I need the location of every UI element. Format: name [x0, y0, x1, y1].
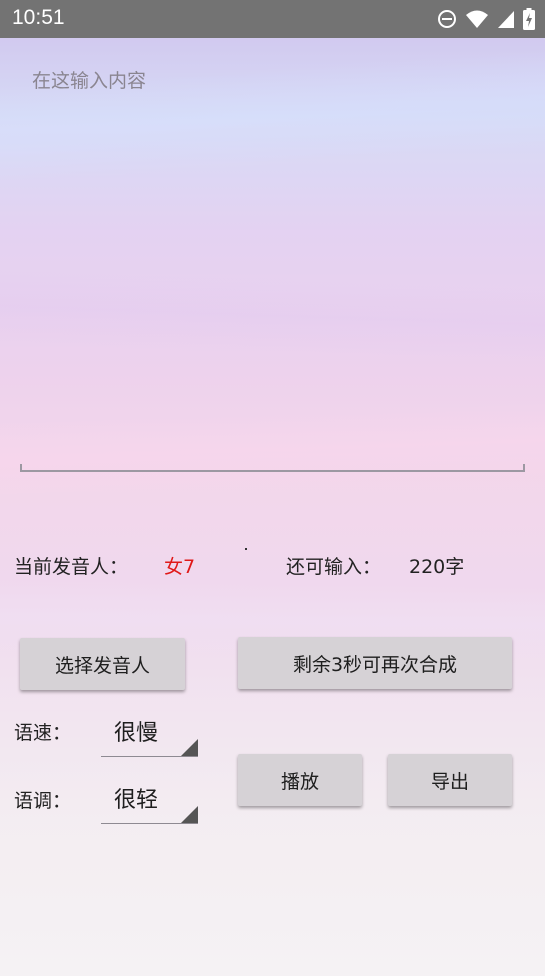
current-speaker-label: 当前发音人： [14, 556, 129, 578]
dropdown-arrow-icon [181, 739, 198, 756]
current-speaker-value: 女7 [164, 556, 196, 578]
speed-label: 语速： [14, 722, 72, 744]
pitch-label: 语调： [14, 790, 72, 812]
signal-icon [497, 9, 515, 29]
content-input-placeholder: 在这输入内容 [32, 70, 147, 92]
status-time: 10:51 [12, 6, 65, 29]
speed-dropdown[interactable]: 很慢 [101, 706, 198, 757]
status-icons [437, 8, 535, 30]
wifi-icon [465, 9, 489, 29]
do-not-disturb-icon [437, 9, 457, 29]
remaining-chars-label: 还可输入： [286, 556, 382, 578]
synthesize-button[interactable]: 剩余3秒可再次合成 [238, 637, 512, 689]
remaining-chars-value: 220字 [409, 556, 465, 578]
export-button[interactable]: 导出 [388, 754, 512, 806]
play-button[interactable]: 播放 [238, 754, 362, 806]
content-input[interactable]: 在这输入内容 [20, 60, 525, 472]
pitch-selected-value: 很轻 [114, 788, 159, 813]
select-speaker-button[interactable]: 选择发音人 [20, 638, 185, 690]
dropdown-arrow-icon [181, 806, 198, 823]
content-input-underline [20, 464, 525, 472]
dot-artifact [245, 548, 247, 550]
speed-selected-value: 很慢 [114, 721, 159, 746]
pitch-dropdown[interactable]: 很轻 [101, 773, 198, 824]
status-bar: 10:51 [0, 0, 545, 38]
battery-icon [523, 8, 535, 30]
app-screen: 10:51 在这输入内容 当前发音人： 女7 还可输入： 220字 选择发音人 … [0, 0, 545, 976]
